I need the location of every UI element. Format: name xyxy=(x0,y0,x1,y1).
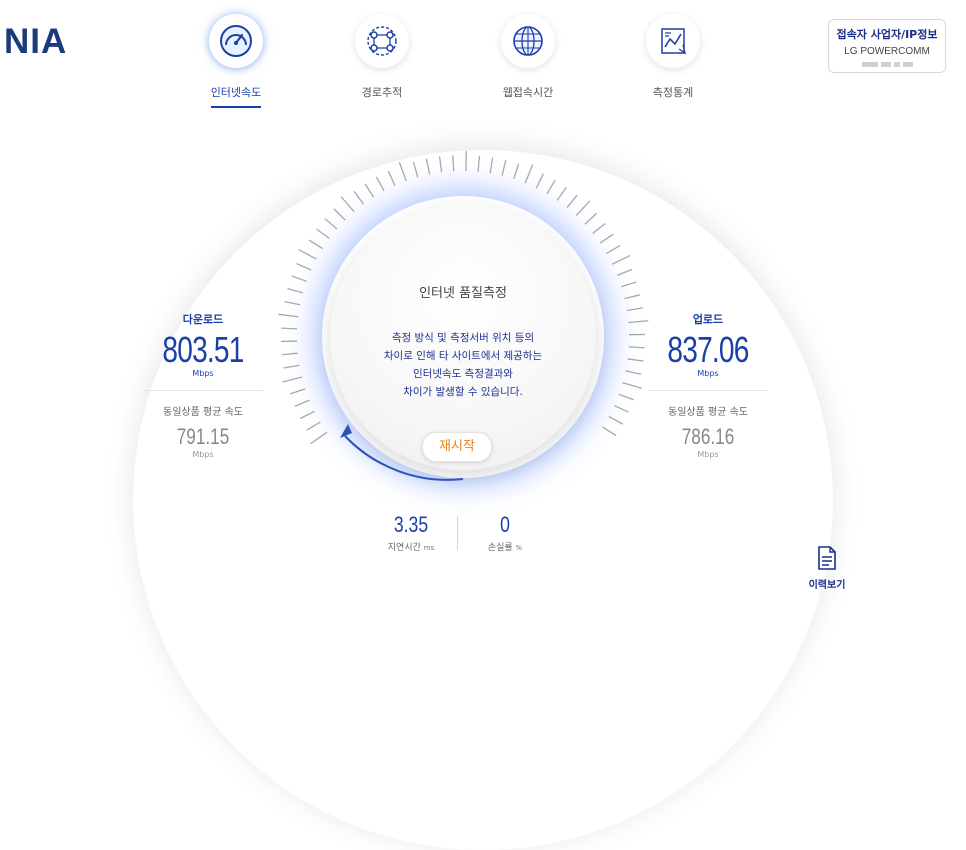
gauge-message-line: 측정 방식 및 측정서버 위치 등의 xyxy=(330,329,596,347)
latency-label: 지연시간 ms xyxy=(376,540,446,553)
latency-result: 3.35 지연시간 ms xyxy=(376,512,446,553)
gauge-message-line: 차이로 인해 타 사이트에서 제공하는 xyxy=(330,347,596,365)
gauge-tick xyxy=(502,160,506,176)
gauge-tick xyxy=(617,269,632,275)
gauge-tick xyxy=(600,234,613,243)
gauge-tick xyxy=(399,162,406,181)
gauge-tick xyxy=(325,219,337,229)
gauge-tick xyxy=(623,383,642,389)
gauge-tick xyxy=(614,406,629,413)
gauge-tick xyxy=(282,353,298,355)
gauge-tick xyxy=(354,191,364,204)
gauge-tick xyxy=(621,282,636,287)
gauge-tick xyxy=(593,223,606,233)
gauge-tick xyxy=(413,162,417,177)
gauge-tick xyxy=(490,157,493,173)
upload-avg-label: 동일상품 평균 속도 xyxy=(648,403,768,418)
history-button[interactable]: 이력보기 xyxy=(800,546,854,591)
gauge-tick xyxy=(478,156,479,172)
gauge-center: 인터넷 품질측정 측정 방식 및 측정서버 위치 등의 차이로 인해 타 사이트… xyxy=(330,204,596,470)
gauge-tick xyxy=(609,416,623,424)
gauge-tick xyxy=(300,411,314,418)
download-average: 동일상품 평균 속도 791.15 Mbps xyxy=(143,403,263,459)
loss-result: 0 손실률 % xyxy=(470,512,540,553)
upload-value: 837.06 xyxy=(661,329,755,371)
download-avg-value: 791.15 xyxy=(156,424,250,450)
gauge-tick xyxy=(288,289,303,293)
gauge-tick xyxy=(603,427,616,436)
gauge-tick xyxy=(284,365,300,368)
gauge-tick xyxy=(283,377,302,382)
history-label: 이력보기 xyxy=(800,576,854,591)
upload-average: 동일상품 평균 속도 786.16 Mbps xyxy=(648,403,768,459)
gauge-tick xyxy=(536,174,543,188)
download-divider xyxy=(143,390,263,391)
gauge-tick xyxy=(426,159,429,175)
upload-title: 업로드 xyxy=(648,311,768,327)
gauge-tick xyxy=(281,328,297,329)
loss-value: 0 xyxy=(477,512,533,538)
loss-label: 손실률 % xyxy=(470,540,540,553)
loss-label-text: 손실률 xyxy=(488,543,513,553)
upload-result: 업로드 837.06 Mbps xyxy=(648,311,768,378)
upload-divider xyxy=(648,390,768,391)
restart-button[interactable]: 재시작 xyxy=(422,432,492,462)
gauge-tick xyxy=(627,308,643,311)
gauge-tick xyxy=(309,240,323,249)
gauge-tick xyxy=(292,276,307,281)
gauge-tick xyxy=(376,177,384,191)
gauge-tick xyxy=(278,314,298,316)
gauge-message: 측정 방식 및 측정서버 위치 등의 차이로 인해 타 사이트에서 제공하는 인… xyxy=(330,329,596,401)
gauge-tick xyxy=(307,422,321,430)
gauge-tick xyxy=(629,347,645,348)
gauge-tick xyxy=(557,187,566,200)
gauge-tick xyxy=(365,184,374,197)
gauge-tick xyxy=(525,165,532,184)
gauge-tick xyxy=(576,201,590,216)
upload-avg-unit: Mbps xyxy=(648,450,768,459)
gauge-tick xyxy=(290,389,305,394)
gauge-tick xyxy=(628,321,648,323)
gauge-tick xyxy=(585,213,597,224)
gauge-tick xyxy=(311,432,327,443)
download-avg-unit: Mbps xyxy=(143,450,263,459)
download-value: 803.51 xyxy=(156,329,250,371)
gauge-tick xyxy=(514,164,519,179)
gauge-tick xyxy=(619,394,634,400)
gauge-tick xyxy=(612,255,630,264)
gauge-tick xyxy=(547,180,555,194)
gauge-tick xyxy=(628,359,644,361)
gauge-tick xyxy=(296,264,311,270)
gauge-tick xyxy=(299,250,317,259)
latency-unit: ms xyxy=(424,544,434,552)
latency-divider xyxy=(457,516,458,550)
gauge-message-line: 인터넷속도 측정결과와 xyxy=(330,365,596,383)
gauge-tick xyxy=(624,295,640,299)
gauge-tick xyxy=(341,197,354,212)
download-avg-label: 동일상품 평균 속도 xyxy=(143,403,263,418)
gauge-tick xyxy=(625,371,641,374)
gauge-message-line: 차이가 발생할 수 있습니다. xyxy=(330,383,596,401)
gauge-tick xyxy=(334,209,345,220)
loss-unit: % xyxy=(516,544,523,552)
gauge-tick xyxy=(606,245,620,253)
latency-value: 3.35 xyxy=(383,512,439,538)
gauge-title: 인터넷 품질측정 xyxy=(330,282,596,301)
gauge-tick xyxy=(567,195,577,207)
upload-avg-value: 786.16 xyxy=(661,424,755,450)
gauge-tick xyxy=(388,171,395,186)
latency-label-text: 지연시간 xyxy=(388,543,421,553)
download-title: 다운로드 xyxy=(143,311,263,327)
gauge-tick xyxy=(440,157,442,173)
download-result: 다운로드 803.51 Mbps xyxy=(143,311,263,378)
gauge-tick xyxy=(453,155,454,171)
document-icon xyxy=(817,546,837,570)
gauge-tick xyxy=(284,302,300,305)
gauge-tick xyxy=(295,400,310,406)
gauge-tick xyxy=(317,229,330,238)
